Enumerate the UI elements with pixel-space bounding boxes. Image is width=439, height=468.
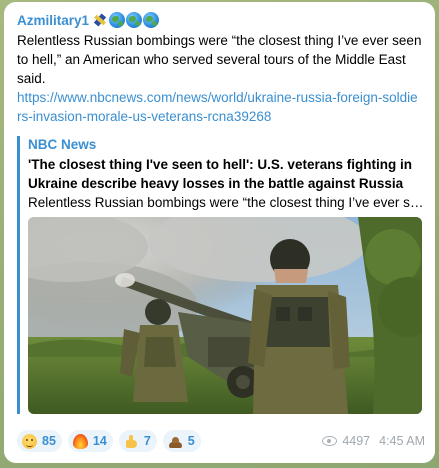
reaction-poop[interactable]: 5 — [162, 430, 201, 452]
satellite-icon — [92, 12, 108, 28]
message-meta: 4497 4:45 AM — [322, 434, 425, 448]
reaction-count: 14 — [92, 434, 107, 448]
reaction-grinning[interactable]: 85 — [17, 430, 62, 452]
message-footer: 85 14 7 5 4497 4:45 AM — [17, 430, 425, 452]
view-count: 4497 — [342, 434, 371, 448]
eye-icon — [322, 436, 338, 446]
message-text: Relentless Russian bombings were “the cl… — [17, 33, 422, 86]
thumbs-up-icon — [124, 434, 139, 449]
fire-icon — [72, 433, 88, 449]
reaction-thumbs-up[interactable]: 7 — [118, 430, 157, 452]
preview-site-name: NBC News — [28, 137, 97, 152]
preview-title: 'The closest thing I've seen to hell': U… — [28, 157, 412, 191]
reaction-count: 85 — [42, 434, 56, 448]
message-bubble: Azmilitary1 Relentless Russian bombings … — [4, 2, 435, 463]
globe-europe-africa-icon — [126, 12, 143, 28]
poop-icon — [168, 434, 183, 449]
grinning-face-icon — [22, 433, 37, 449]
sender-row: Azmilitary1 — [17, 10, 425, 30]
preview-image[interactable] — [28, 217, 422, 414]
link-preview[interactable]: NBC News 'The closest thing I've seen to… — [17, 136, 424, 414]
reaction-fire[interactable]: 14 — [67, 430, 113, 452]
message-time: 4:45 AM — [379, 434, 425, 448]
reaction-count: 7 — [143, 434, 151, 448]
globe-americas-icon — [109, 12, 126, 28]
sender-name[interactable]: Azmilitary1 — [17, 13, 89, 28]
globe-asia-icon — [143, 12, 160, 28]
reaction-count: 5 — [187, 434, 195, 448]
preview-description: Relentless Russian bombings were “the cl… — [28, 195, 424, 210]
message-link[interactable]: https://www.nbcnews.com/news/world/ukrai… — [17, 88, 422, 126]
sender-emoji-row — [92, 12, 160, 28]
